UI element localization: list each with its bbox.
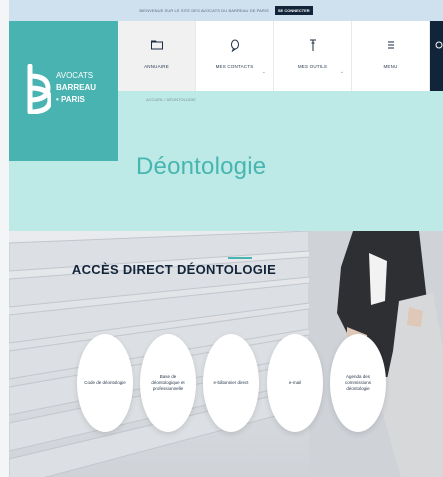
quick-link-label: Base de déontologique et professionnelle — [151, 374, 185, 391]
nav-label-menu: MENU — [383, 64, 398, 69]
nav-item-menu[interactable]: MENU — [352, 21, 430, 91]
notification-message: BIENVENUE SUR LE SITE DES AVOCATS DU BAR… — [139, 8, 269, 13]
quick-link-agenda-commissions[interactable]: Agenda des commissions déontologie — [330, 334, 386, 432]
main-navigation: ANNUAIRE MES CONTACTS ⌄ MES OUTILS ⌄ MEN… — [118, 21, 443, 91]
b-monogram-icon — [27, 64, 51, 114]
nav-label-annuaire: ANNUAIRE — [144, 64, 169, 69]
quick-link-code-deontologie[interactable]: Code de déontologie — [77, 334, 133, 432]
breadcrumb[interactable]: ACCUEIL / DÉONTOLOGIE — [146, 97, 196, 102]
site-logo[interactable]: AVOCATS BARREAU • PARIS — [9, 21, 118, 161]
logo-line-avocats: AVOCATS — [56, 71, 94, 80]
chat-icon — [230, 39, 239, 52]
nav-item-annuaire[interactable]: ANNUAIRE — [118, 21, 196, 91]
page-title: Déontologie — [136, 153, 267, 180]
browser-viewport: BIENVENUE SUR LE SITE DES AVOCATS DU BAR… — [9, 0, 443, 477]
nav-item-mes-outils[interactable]: MES OUTILS ⌄ — [274, 21, 352, 91]
notification-bar: BIENVENUE SUR LE SITE DES AVOCATS DU BAR… — [9, 0, 443, 21]
nav-label-mes-contacts: MES CONTACTS — [215, 64, 254, 69]
chevron-down-icon: ⌄ — [261, 69, 266, 75]
quick-link-label: e-bâtonnier direct — [213, 380, 249, 385]
quick-link-label: e-mail — [288, 380, 302, 385]
quick-link-base-deontologique[interactable]: Base de déontologique et professionnelle — [140, 334, 196, 432]
nav-label-mes-outils: MES OUTILS — [297, 64, 328, 69]
quick-link-label: Agenda des commissions déontologie — [344, 374, 371, 391]
quick-link-label: Code de déontologie — [84, 380, 126, 385]
quick-link-e-batonnier[interactable]: e-bâtonnier direct — [203, 334, 259, 432]
chevron-down-icon: ⌄ — [339, 69, 344, 75]
nav-item-mes-contacts[interactable]: MES CONTACTS ⌄ — [196, 21, 274, 91]
quick-link-e-mail[interactable]: e-mail — [267, 334, 323, 432]
hamburger-icon — [387, 41, 394, 49]
logo-line-barreau: BARREAU — [56, 83, 96, 92]
login-button[interactable]: SE CONNECTER — [274, 6, 313, 15]
logo-line-paris: • PARIS — [56, 95, 85, 104]
search-icon — [435, 41, 443, 49]
folder-icon — [150, 40, 163, 50]
direct-access-title: ACCÈS DIRECT DÉONTOLOGIE — [71, 262, 277, 277]
section-title-accent — [228, 257, 252, 259]
tools-icon — [309, 39, 316, 51]
search-button[interactable] — [430, 21, 443, 91]
